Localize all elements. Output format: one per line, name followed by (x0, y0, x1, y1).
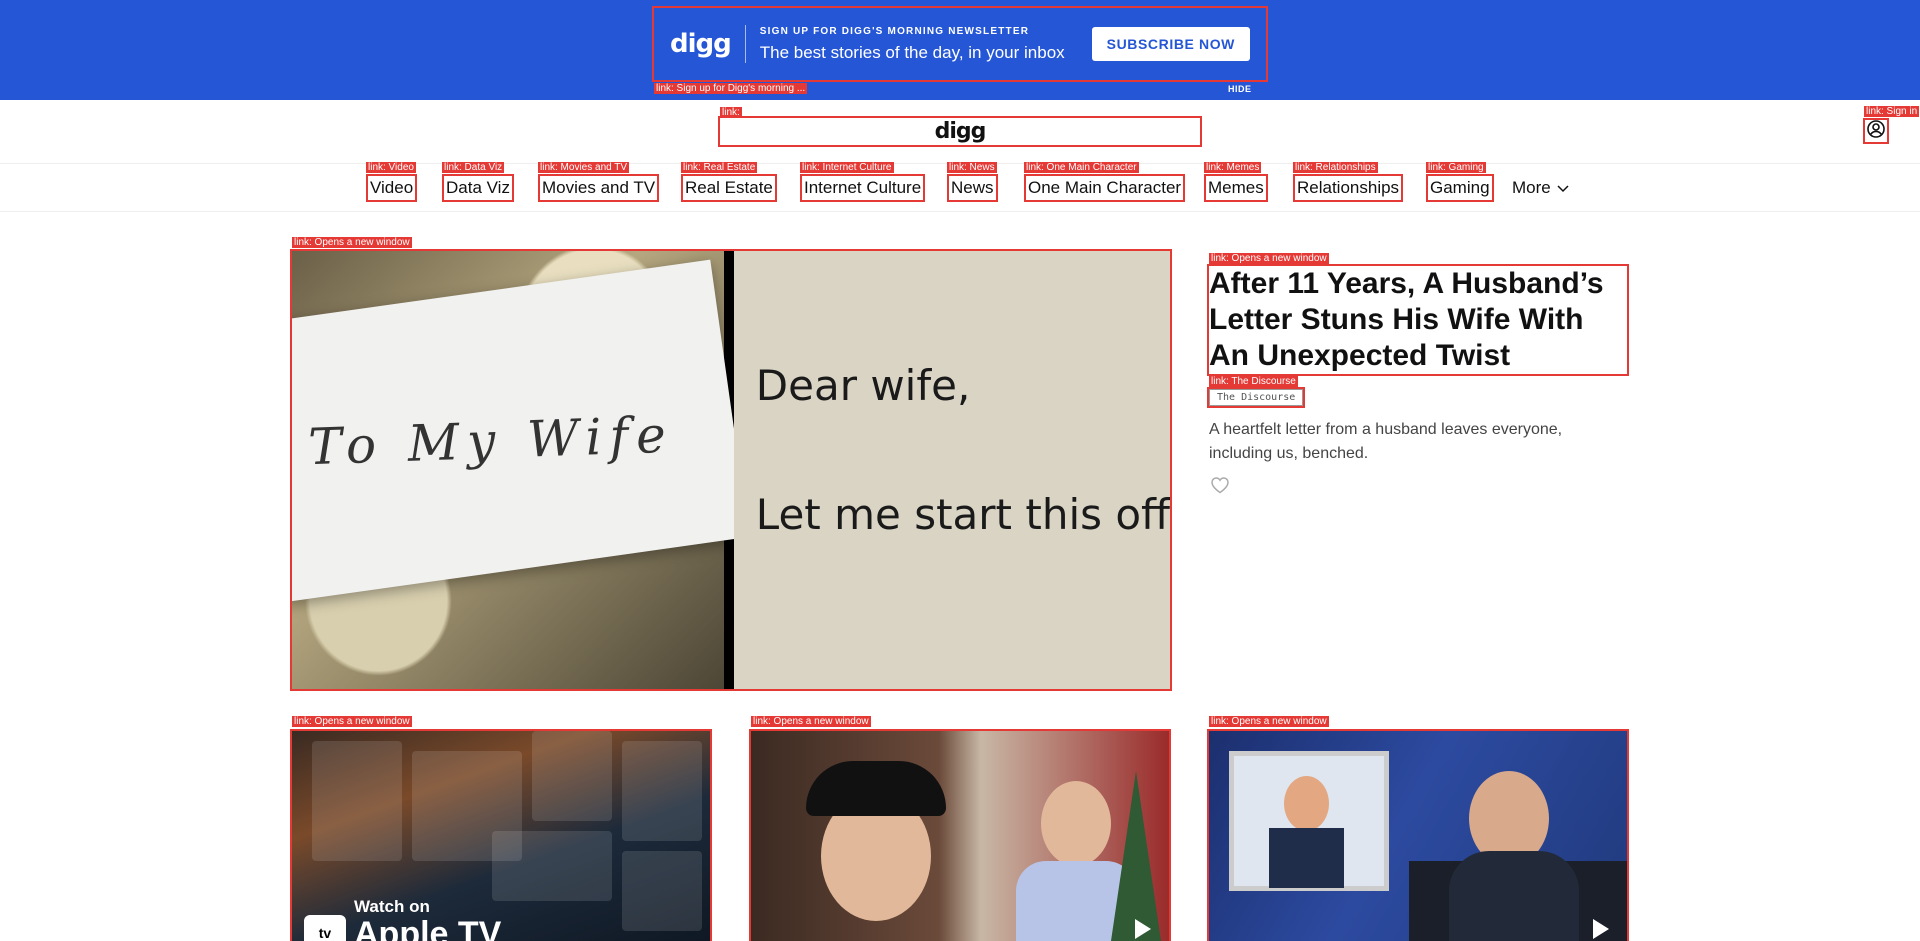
hero-letter-photo: Dear wife, Let me start this off (733, 251, 1170, 689)
nav-item-real-estate[interactable]: link: Real Estate Real Estate (681, 162, 777, 202)
inset-photo (1229, 751, 1389, 891)
story-card-link[interactable]: tv Watch on Apple TV (290, 729, 712, 941)
annotation-label: link: (720, 107, 742, 118)
nav-item-video[interactable]: link: Video Video (365, 162, 418, 202)
category-nav: link: Video Video link: Data Viz Data Viz … (0, 162, 1920, 212)
envelope-text: To My Wife (307, 405, 675, 477)
banner-kicker: SIGN UP FOR DIGG'S MORNING NEWSLETTER (759, 25, 1030, 37)
annotation-label: link: Opens a new window (751, 716, 871, 727)
watch-on-label: Watch on (354, 897, 430, 916)
person-face (1284, 776, 1329, 831)
envelope: To My Wife (292, 259, 750, 603)
cap (806, 761, 946, 816)
nav-item-movies-and-tv[interactable]: link: Movies and TV Movies and TV (537, 162, 660, 202)
nav-item-label: Gaming (1430, 178, 1490, 197)
apple-tv-logo-icon: tv (304, 915, 346, 941)
chevron-down-icon (1557, 176, 1569, 200)
poster-tile (622, 741, 702, 841)
poster-tile (492, 831, 612, 901)
poster-tile (532, 731, 612, 821)
heart-icon[interactable] (1210, 476, 1230, 499)
christmas-tree (1111, 771, 1161, 941)
nav-item-relationships[interactable]: link: Relationships Relationships (1292, 162, 1404, 202)
letter-text-line: Dear wife, (755, 361, 971, 410)
annotation-label: link: Video (366, 162, 416, 173)
letter-text-line: Let me start this off (755, 490, 1170, 539)
digg-logo-link[interactable]: digg (718, 116, 1202, 147)
play-icon (1593, 919, 1609, 939)
annotation-label: link: Memes (1204, 162, 1262, 173)
apple-tv-caption: Watch on Apple TV (354, 897, 501, 941)
annotation-label: link: Opens a new window (1209, 253, 1329, 264)
nav-item-gaming[interactable]: link: Gaming Gaming (1426, 162, 1494, 202)
source-tag-link[interactable]: The Discourse (1206, 387, 1306, 408)
hero-description: A heartfelt letter from a husband leaves… (1209, 421, 1563, 462)
suit (1269, 828, 1344, 888)
annotation-label: link: Opens a new window (292, 237, 412, 248)
banner-digg-logo: digg (670, 25, 746, 63)
poster-tile (622, 851, 702, 931)
annotation-label: link: The Discourse (1209, 376, 1298, 387)
story-card-link[interactable] (1207, 729, 1629, 941)
nav-item-data-viz[interactable]: link: Data Viz Data Viz (442, 162, 514, 202)
nav-item-news[interactable]: link: News News (947, 162, 998, 202)
nav-item-label: Data Viz (446, 178, 510, 197)
newsletter-banner: digg SIGN UP FOR DIGG'S MORNING NEWSLETT… (0, 0, 1920, 100)
annotation-label: link: Opens a new window (1209, 716, 1329, 727)
nav-item-label: Memes (1208, 178, 1264, 197)
hero-image-link[interactable]: To My Wife Dear wife, Let me start this … (290, 249, 1172, 691)
annotation-label: link: Movies and TV (538, 162, 630, 173)
nav-more-dropdown[interactable]: More (1512, 176, 1569, 200)
digg-logo: digg (934, 119, 987, 144)
annotation-label: link: Opens a new window (292, 716, 412, 727)
annotation-label: link: Data Viz (442, 162, 505, 173)
nav-item-label: Internet Culture (804, 178, 922, 197)
suit (1449, 851, 1579, 941)
story-card-link[interactable] (749, 729, 1171, 941)
nav-item-label: Real Estate (685, 178, 773, 197)
annotation-label: link: Relationships (1293, 162, 1378, 173)
hero-envelope-photo: To My Wife (292, 251, 750, 689)
annotation-label: link: Real Estate (681, 162, 758, 173)
hero-title-link[interactable]: After 11 Years, A Husband’s Letter Stuns… (1207, 264, 1629, 376)
person-face (1041, 781, 1111, 866)
banner-text: SIGN UP FOR DIGG'S MORNING NEWSLETTER Th… (746, 26, 1092, 63)
play-icon (1135, 919, 1151, 939)
subscribe-button[interactable]: SUBSCRIBE NOW (1091, 27, 1250, 61)
nav-item-label: One Main Character (1028, 178, 1182, 197)
nav-item-label: Relationships (1297, 178, 1400, 197)
hide-banner-button[interactable]: HIDE (1228, 84, 1252, 94)
annotation-label: link: Gaming (1426, 162, 1486, 173)
nav-item-label: News (951, 178, 994, 197)
sign-in-link[interactable] (1863, 118, 1889, 144)
poster-tile (312, 741, 402, 861)
nav-item-label: Movies and TV (542, 178, 656, 197)
nav-more-label: More (1512, 178, 1551, 197)
annotation-label: link: News (947, 162, 997, 173)
annotation-label: link: Sign in (1864, 106, 1920, 117)
annotation-label: link: Sign up for Digg's morning ... (654, 83, 808, 94)
apple-tv-label: Apple TV (354, 915, 502, 941)
banner-headline: The best stories of the day, in your inb… (759, 42, 1065, 62)
nav-item-one-main-character[interactable]: link: One Main Character One Main Charact… (1023, 162, 1186, 202)
annotation-label: link: One Main Character (1024, 162, 1139, 173)
nav-item-label: Video (370, 178, 414, 197)
annotation-label: link: Internet Culture (800, 162, 894, 173)
newsletter-signup-link[interactable]: digg SIGN UP FOR DIGG'S MORNING NEWSLETT… (652, 6, 1268, 82)
nav-item-memes[interactable]: link: Memes Memes (1204, 162, 1268, 202)
apple-tv-badge: tv Watch on Apple TV (304, 897, 501, 941)
nav-item-internet-culture[interactable]: link: Internet Culture Internet Culture (799, 162, 926, 202)
site-header: link: digg link: Sign in (0, 100, 1920, 164)
user-account-icon (1867, 119, 1885, 143)
